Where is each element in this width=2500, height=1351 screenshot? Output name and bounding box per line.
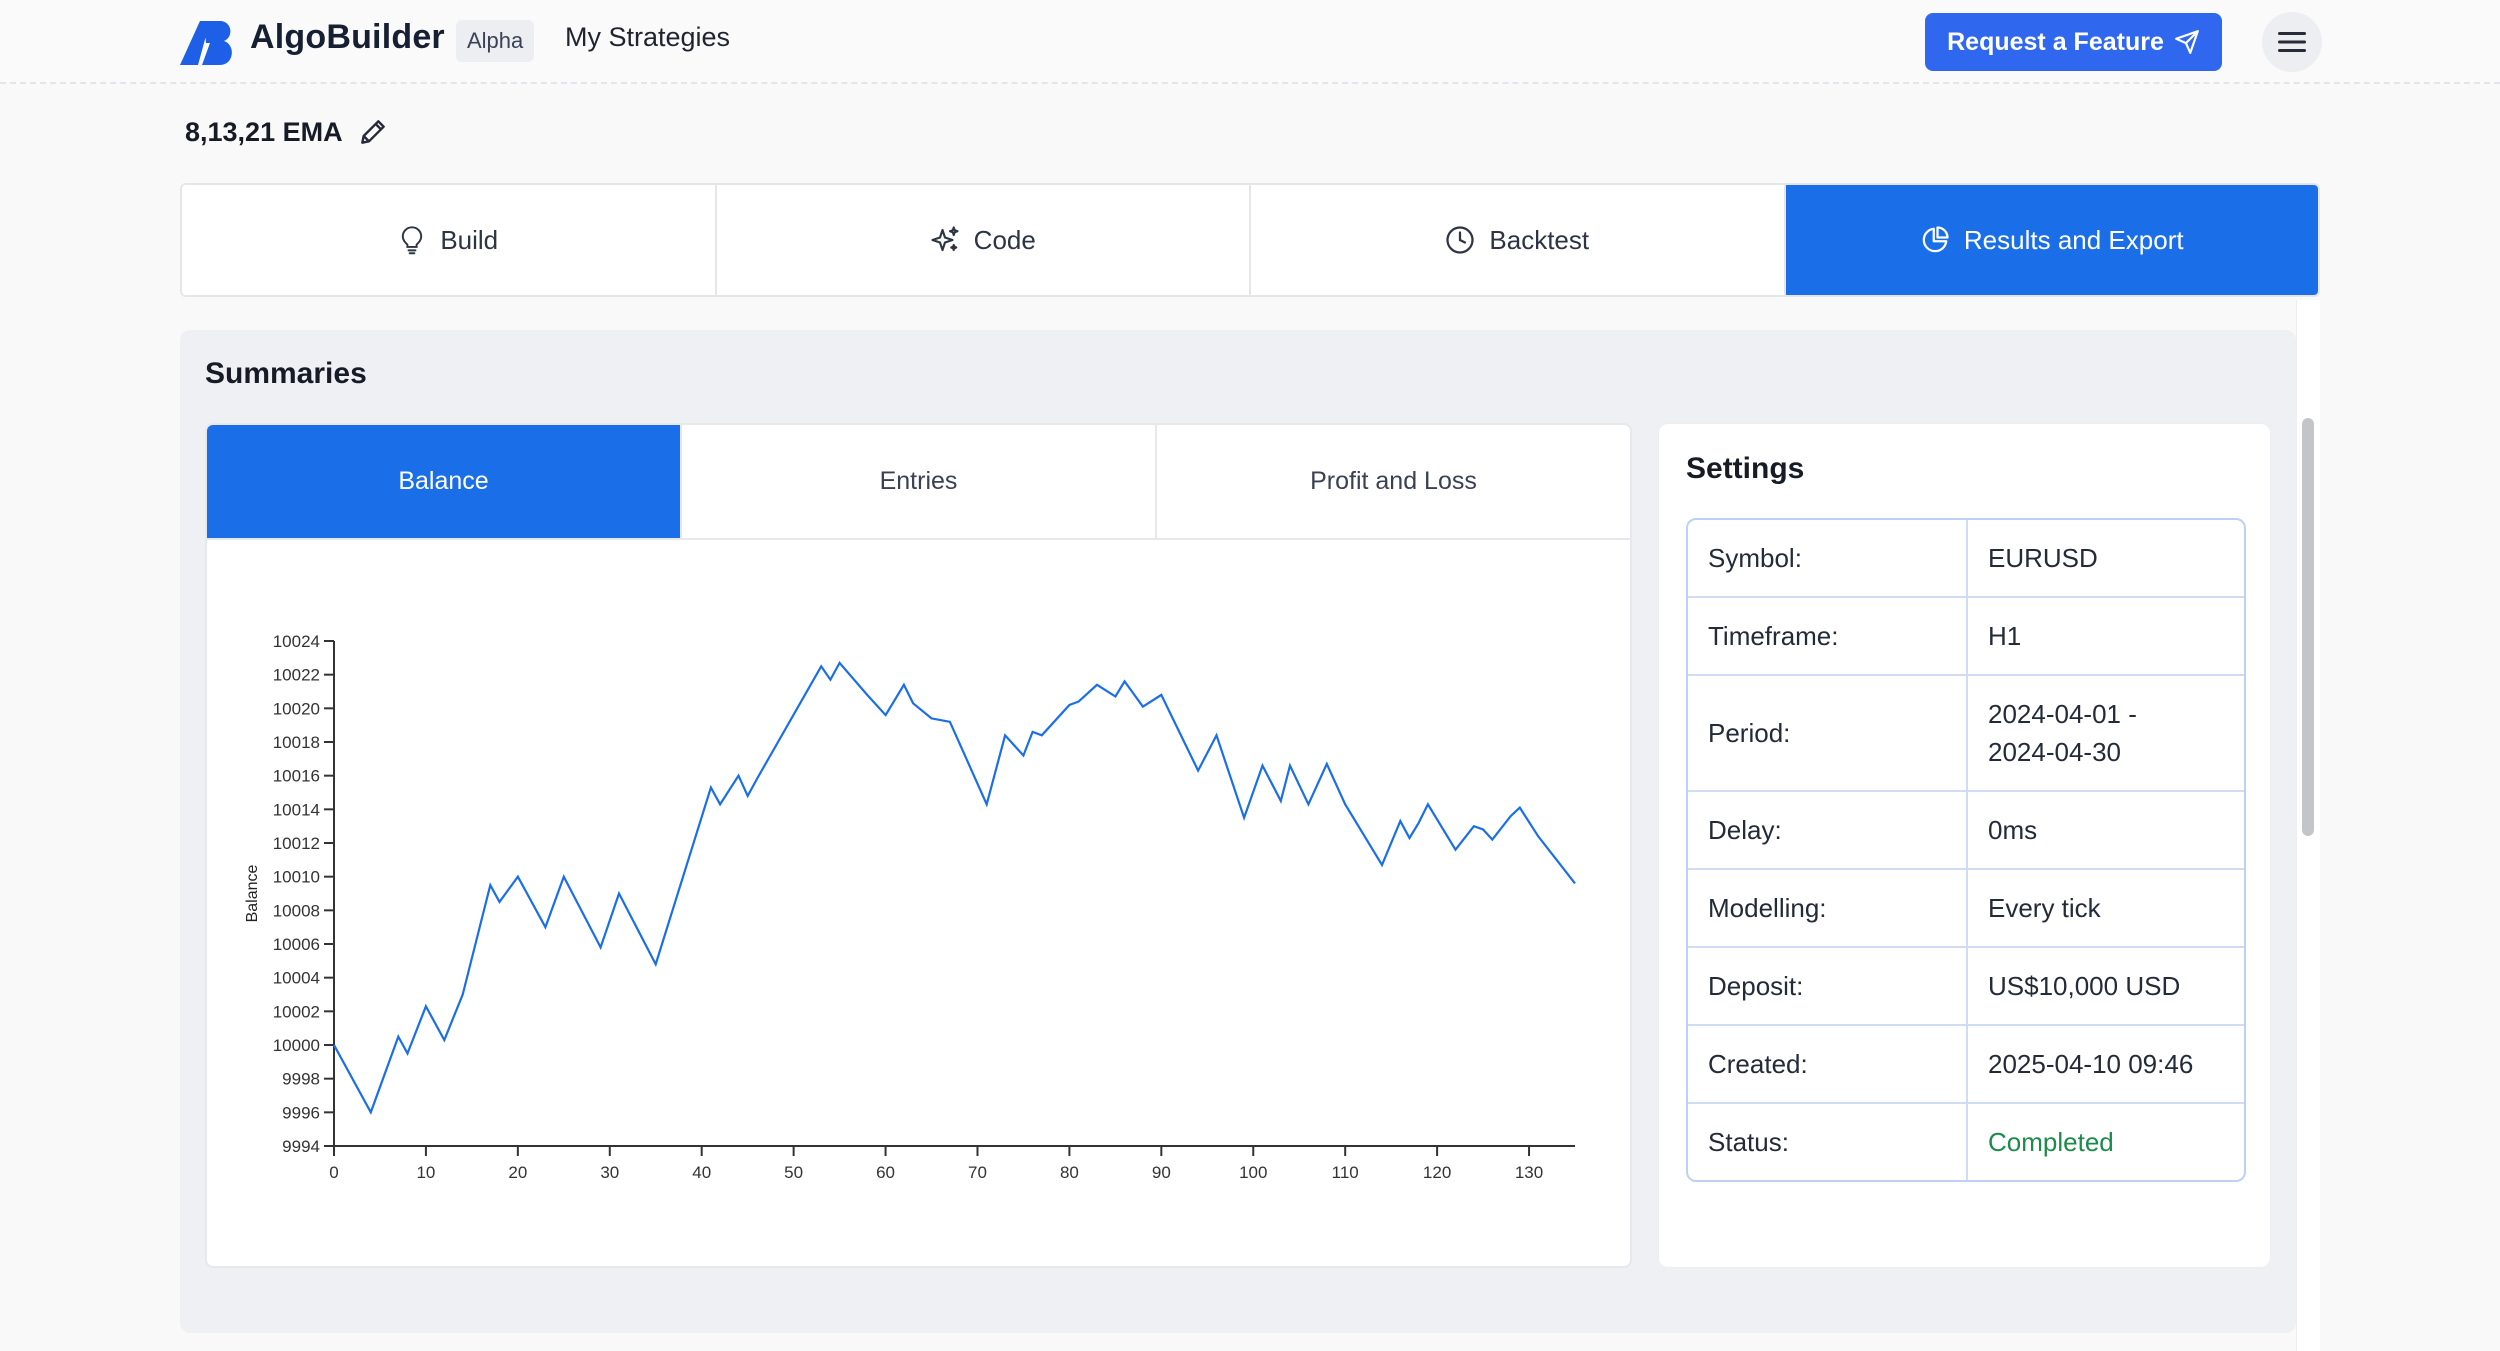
my-strategies-link[interactable]: My Strategies [565,22,730,53]
settings-value: US$10,000 USD [1988,971,2181,1001]
y-tick-label: 10020 [273,699,320,718]
x-tick-label: 0 [329,1163,338,1182]
tab-profit-and-loss[interactable]: Profit and Loss [1157,425,1630,538]
x-tick-label: 20 [508,1163,527,1182]
top-header: AlgoBuilder Alpha My Strategies Request … [0,0,2500,84]
y-tick-label: 10024 [273,632,320,651]
x-tick-label: 50 [784,1163,803,1182]
tab-code-label: Code [973,224,1036,255]
alpha-badge: Alpha [456,20,535,62]
y-tick-label: 10010 [273,868,320,887]
chart-card: Balance Entries Profit and Loss 9994 9996… [205,423,1632,1268]
balance-line-chart: 9994999699981000010002100041000610008100… [244,632,1576,1182]
x-tick-label: 130 [1515,1163,1543,1182]
tab-build-label: Build [440,224,499,255]
y-tick-label: 10014 [273,800,320,819]
y-tick-label: 9996 [282,1103,320,1122]
settings-key: Modelling: [1688,870,1968,946]
algobuilder-logo-icon[interactable] [178,17,238,67]
strategy-title: 8,13,21 EMA [185,116,389,148]
y-axis-label: Balance [244,864,261,922]
x-tick-label: 30 [600,1163,619,1182]
x-tick-label: 100 [1239,1163,1267,1182]
settings-value: EURUSD [1988,543,2098,573]
x-tick-label: 110 [1332,1163,1359,1182]
clock-icon [1446,226,1475,254]
x-tick-label: 10 [416,1163,435,1182]
request-feature-label: Request a Feature [1947,27,2164,56]
tab-results-and-export[interactable]: Results and Export [1785,185,2318,295]
tab-backtest[interactable]: Backtest [1251,185,1786,295]
pie-chart-icon [1922,226,1949,253]
status-completed: Completed [1988,1127,2114,1157]
y-tick-label: 10000 [273,1036,320,1055]
sparkles-icon [931,226,959,252]
settings-value: Every tick [1988,893,2101,923]
settings-key: Delay: [1688,792,1968,868]
main-tab-bar: Build Code Backtest Results and Export [180,183,2320,297]
summary-tab-bar: Balance Entries Profit and Loss [207,425,1630,540]
tab-build[interactable]: Build [182,185,717,295]
pencil-edit-icon[interactable] [357,116,389,148]
y-tick-label: 10006 [273,935,320,954]
settings-row-status: Status: Completed [1688,1104,2244,1180]
settings-row-timeframe: Timeframe: H1 [1688,598,2244,676]
x-tick-label: 60 [876,1163,895,1182]
tab-balance[interactable]: Balance [207,425,682,538]
settings-key: Created: [1688,1026,1968,1102]
y-tick-label: 10004 [273,969,320,988]
tab-backtest-label: Backtest [1489,224,1590,255]
settings-row-symbol: Symbol: EURUSD [1688,520,2244,598]
settings-title: Settings [1686,452,1805,485]
settings-value: 0ms [1988,815,2038,845]
x-tick-label: 70 [968,1163,987,1182]
tab-code[interactable]: Code [717,185,1251,295]
settings-key: Deposit: [1688,948,1968,1024]
x-tick-label: 80 [1060,1163,1079,1182]
settings-value: H1 [1988,621,2022,651]
settings-row-delay: Delay: 0ms [1688,792,2244,870]
y-tick-label: 10002 [273,1002,320,1021]
brand-name[interactable]: AlgoBuilder [250,18,445,57]
summaries-title: Summaries [205,357,367,390]
y-tick-label: 9994 [282,1137,320,1156]
menu-icon [2278,32,2306,52]
settings-card: Settings Symbol: EURUSD Timeframe: H1 Pe… [1658,423,2271,1268]
strategy-name: 8,13,21 EMA [185,116,343,147]
settings-key: Period: [1688,676,1968,790]
tab-results-label: Results and Export [1963,224,2184,255]
y-tick-label: 10022 [273,666,320,685]
settings-row-deposit: Deposit: US$10,000 USD [1688,948,2244,1026]
hamburger-menu-button[interactable] [2262,12,2322,72]
request-feature-button[interactable]: Request a Feature [1925,13,2222,71]
x-tick-label: 40 [692,1163,711,1182]
settings-row-created: Created: 2025-04-10 09:46 [1688,1026,2244,1104]
settings-key: Status: [1688,1104,1968,1180]
y-tick-label: 10016 [273,767,320,786]
scrollbar-thumb[interactable] [2302,418,2314,836]
settings-row-period: Period: 2024-04-01 - 2024-04-30 [1688,676,2244,792]
x-tick-label: 120 [1423,1163,1451,1182]
settings-value: 2024-04-01 - 2024-04-30 [1988,699,2137,767]
y-tick-label: 10012 [273,834,320,853]
send-icon [2174,30,2199,54]
settings-row-modelling: Modelling: Every tick [1688,870,2244,948]
y-tick-label: 10018 [273,733,320,752]
settings-key: Symbol: [1688,520,1968,596]
settings-table: Symbol: EURUSD Timeframe: H1 Period: 202… [1686,518,2246,1182]
balance-series-line [333,660,1576,1115]
tab-entries[interactable]: Entries [682,425,1157,538]
y-tick-label: 10008 [273,901,320,920]
lightbulb-icon [402,226,423,255]
x-tick-label: 90 [1152,1163,1171,1182]
settings-value: 2025-04-10 09:46 [1988,1049,2194,1079]
y-tick-label: 9998 [282,1070,320,1089]
settings-key: Timeframe: [1688,598,1968,674]
